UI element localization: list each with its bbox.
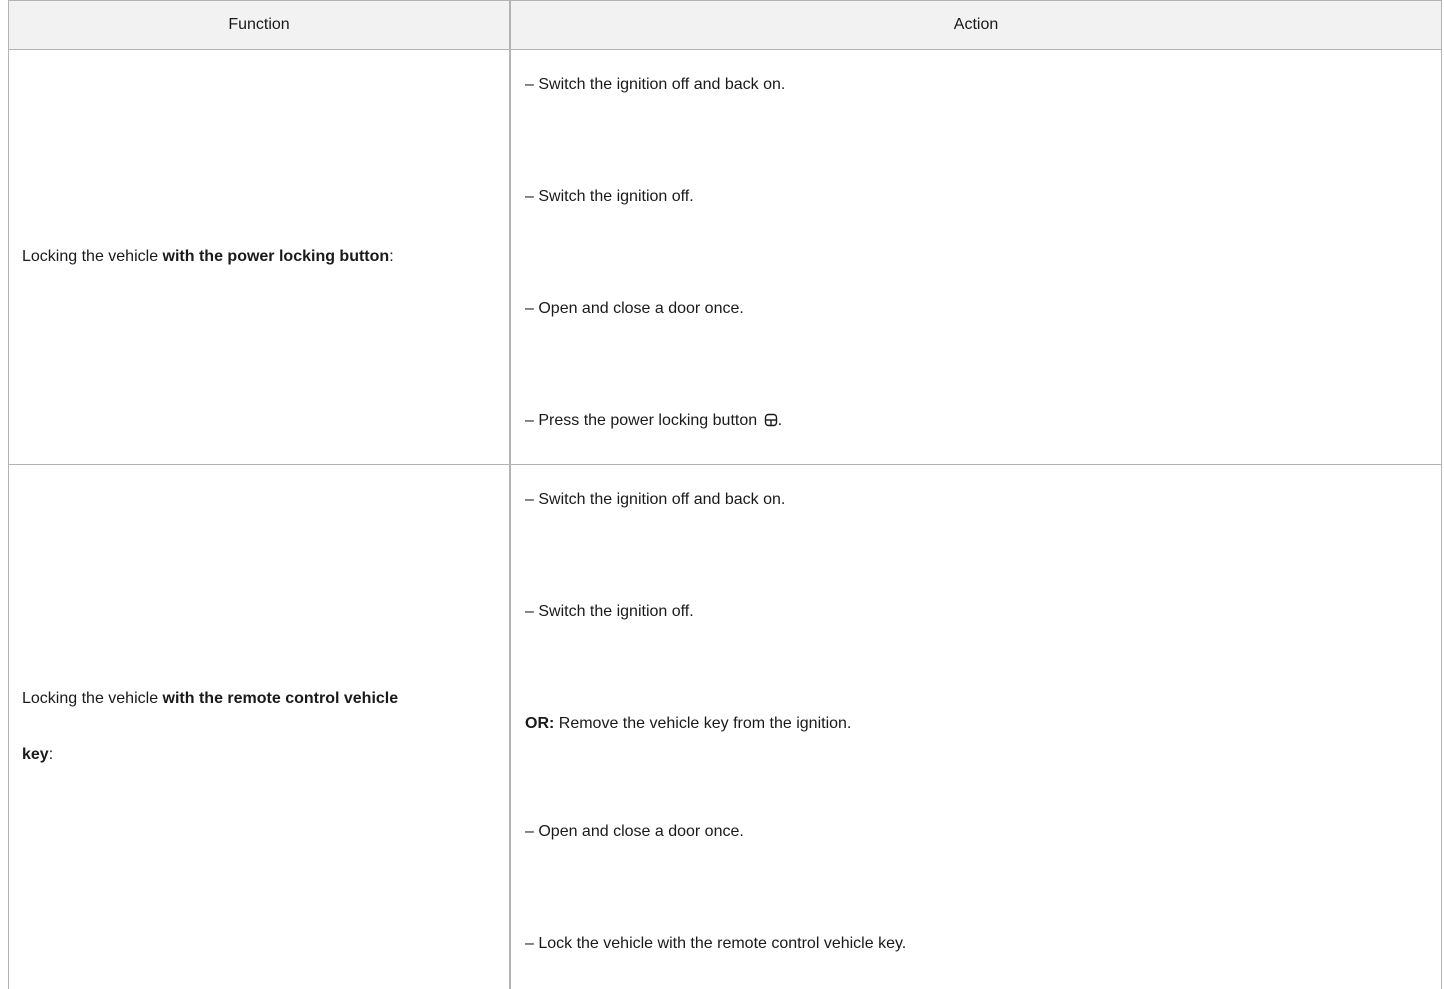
action-step: – Switch the ignition off and back on. — [525, 491, 786, 508]
action-step-or: OR: Remove the vehicle key from the igni… — [525, 715, 852, 732]
action-step: – Press the power locking button . — [525, 412, 782, 432]
action-cell: – Switch the ignition off and back on. –… — [511, 50, 1441, 464]
function-emphasis: key — [22, 746, 49, 763]
function-emphasis: with the power locking button — [162, 248, 390, 265]
function-cell: Locking the vehicle with the remote cont… — [9, 465, 511, 989]
action-step: – Open and close a door once. — [525, 823, 744, 840]
function-text: Locking the vehicle with the remote cont… — [22, 690, 399, 763]
header-function-label: Function — [228, 16, 290, 33]
action-cell: – Switch the ignition off and back on. –… — [511, 465, 1441, 989]
header-action-label: Action — [953, 16, 999, 33]
function-text: Locking the vehicle with the power locki… — [22, 248, 394, 265]
table-row: Locking the vehicle with the power locki… — [9, 50, 1441, 465]
header-function: Function — [9, 1, 511, 49]
or-label: OR: — [525, 715, 555, 732]
action-step: – Switch the ignition off. — [525, 603, 694, 620]
action-step: – Switch the ignition off and back on. — [525, 76, 786, 93]
function-emphasis: with the remote control vehicle — [162, 690, 399, 707]
function-action-table: Function Action Locking the vehicle with… — [8, 0, 1442, 989]
action-step: – Open and close a door once. — [525, 300, 744, 317]
table-row: Locking the vehicle with the remote cont… — [9, 465, 1441, 989]
action-step: – Switch the ignition off. — [525, 188, 694, 205]
header-action: Action — [511, 1, 1441, 49]
action-step: – Lock the vehicle with the remote contr… — [525, 935, 907, 952]
table-header-row: Function Action — [9, 1, 1441, 50]
lock-icon — [764, 413, 778, 432]
function-cell: Locking the vehicle with the power locki… — [9, 50, 511, 464]
